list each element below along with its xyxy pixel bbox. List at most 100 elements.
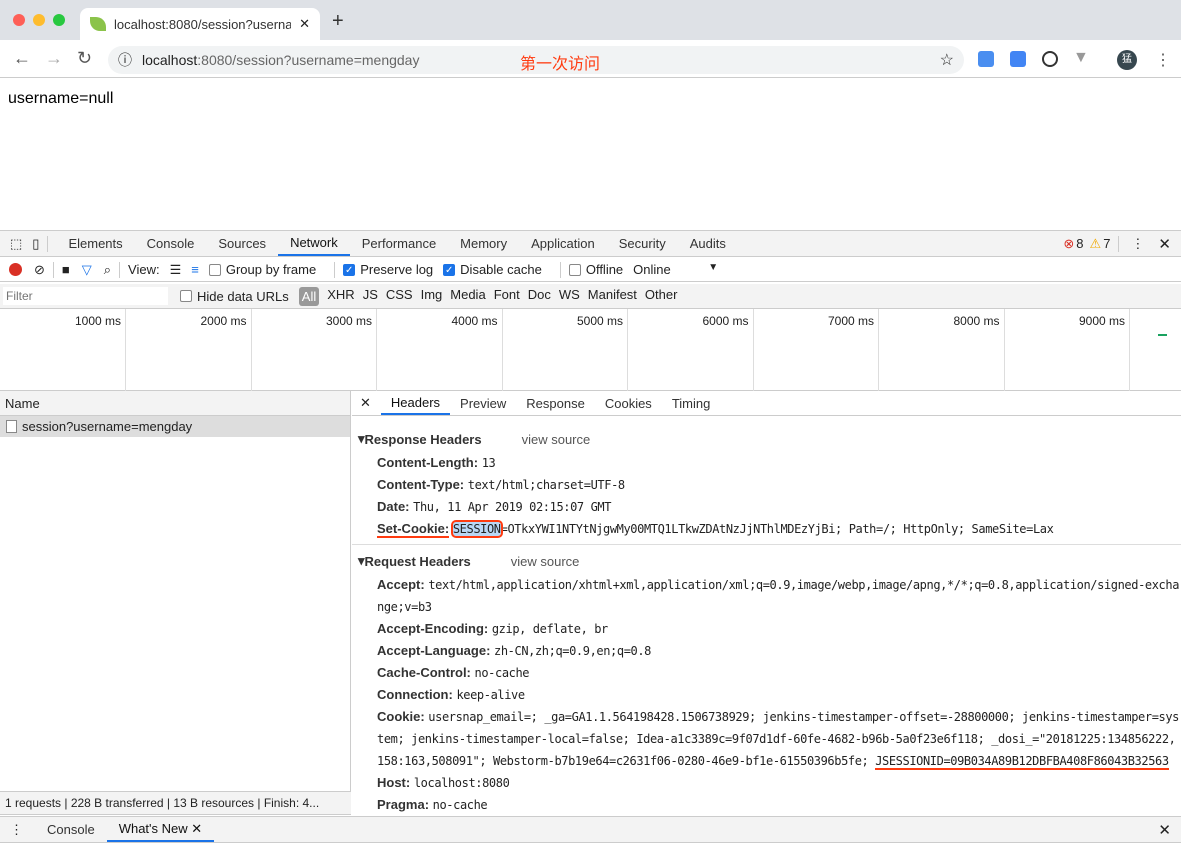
filter-type-media[interactable]: Media xyxy=(450,287,485,306)
network-overview-timeline[interactable]: 1000 ms 2000 ms 3000 ms 4000 ms 5000 ms 6000 … xyxy=(0,309,1181,391)
network-status-bar: 1 requests | 228 B transferred | 13 B re… xyxy=(0,791,351,815)
tab-performance[interactable]: Performance xyxy=(350,231,448,256)
request-row[interactable]: session?username=mengday xyxy=(0,416,350,437)
search-icon[interactable]: ⌕ xyxy=(104,262,111,278)
header-set-cookie: Set-Cookie: SESSION=OTkxYWI1NTYtNjgwMy00… xyxy=(377,520,1054,538)
tab-application[interactable]: Application xyxy=(519,231,607,256)
inspect-icon[interactable]: ⬚ xyxy=(10,236,22,252)
filter-input[interactable] xyxy=(3,287,168,305)
error-icon: ⊗ xyxy=(1063,235,1075,251)
header-row: Host: localhost:8080 xyxy=(352,772,1181,794)
tab-memory[interactable]: Memory xyxy=(448,231,519,256)
browser-tab[interactable]: localhost:8080/session?username=mengday … xyxy=(80,8,320,40)
view-source-link[interactable]: view source xyxy=(511,554,580,569)
response-headers-section[interactable]: ▾ Response Headers view source xyxy=(352,428,1181,450)
disable-cache-checkbox[interactable]: ✓ Disable cache xyxy=(443,262,542,277)
detail-tab-cookies[interactable]: Cookies xyxy=(595,391,662,415)
tab-network[interactable]: Network xyxy=(278,231,350,256)
detail-tab-response[interactable]: Response xyxy=(516,391,595,415)
close-window-button[interactable] xyxy=(13,14,25,26)
zoom-window-button[interactable] xyxy=(53,14,65,26)
drawer-menu-icon[interactable]: ⋮ xyxy=(10,822,23,838)
tab-console[interactable]: Console xyxy=(135,231,207,256)
name-column-header[interactable]: Name xyxy=(0,391,350,416)
hide-data-urls-checkbox[interactable]: Hide data URLs xyxy=(180,289,289,304)
filter-type-font[interactable]: Font xyxy=(494,287,520,306)
screenshot-camera-icon[interactable]: ■ xyxy=(62,262,70,277)
filter-type-xhr[interactable]: XHR xyxy=(327,287,354,306)
group-by-frame-checkbox[interactable]: Group by frame xyxy=(208,262,316,277)
drawer-tab-whats-new[interactable]: What's New ✕ xyxy=(106,817,215,842)
request-headers-section[interactable]: ▾ Request Headers view source xyxy=(352,550,1181,572)
filter-type-manifest[interactable]: Manifest xyxy=(588,287,637,306)
header-row: Accept-Language: zh-CN,zh;q=0.9,en;q=0.8 xyxy=(352,640,1181,662)
avatar[interactable]: 猛 xyxy=(1117,50,1137,70)
throttle-select[interactable]: Online ▼ xyxy=(633,262,718,277)
detail-tab-timing[interactable]: Timing xyxy=(662,391,721,415)
reload-icon[interactable]: ↻ xyxy=(77,48,92,69)
header-name: Accept: xyxy=(377,577,425,592)
header-row: Cache-Control: no-cache xyxy=(352,662,1181,684)
adblock-extension-icon[interactable] xyxy=(978,51,994,67)
bookmark-star-icon[interactable]: ☆ xyxy=(940,50,954,70)
tab-sources[interactable]: Sources xyxy=(206,231,278,256)
devtools-menu-icon[interactable]: ⋮ xyxy=(1131,236,1144,252)
timeline-request-bar xyxy=(1158,334,1167,336)
back-icon[interactable]: ← xyxy=(13,48,31,69)
translate-extension-icon[interactable] xyxy=(1010,51,1026,67)
drawer-tab-console[interactable]: Console xyxy=(35,817,107,842)
filter-type-all[interactable]: All xyxy=(298,286,320,306)
filter-type-ws[interactable]: WS xyxy=(559,287,580,306)
filter-icon[interactable]: ▽ xyxy=(82,262,92,278)
vue-devtools-icon[interactable]: ▼ xyxy=(1073,49,1089,67)
warning-count[interactable]: 7 xyxy=(1103,236,1110,251)
tab-security[interactable]: Security xyxy=(607,231,678,256)
view-source-link[interactable]: view source xyxy=(522,432,591,447)
header-value: text/html,application/xhtml+xml,applicat… xyxy=(377,578,1180,614)
header-value: 13 xyxy=(481,456,496,470)
timeline-tick: 6000 ms xyxy=(628,309,754,391)
header-name: Content-Type: xyxy=(377,477,465,492)
waterfall-icon[interactable]: ≡ xyxy=(191,262,199,277)
large-rows-icon[interactable]: ☰ xyxy=(170,262,182,278)
drawer-tabs: ⋮ Console What's New ✕ ✕ xyxy=(0,816,1181,843)
sync-extension-icon[interactable] xyxy=(1042,51,1058,67)
detail-tab-headers[interactable]: Headers xyxy=(380,391,451,415)
new-tab-button[interactable]: + xyxy=(332,10,344,33)
preserve-log-checkbox[interactable]: ✓ Preserve log xyxy=(343,262,433,277)
device-toggle-icon[interactable]: ▯ xyxy=(32,236,39,252)
minimize-window-button[interactable] xyxy=(33,14,45,26)
network-toolbar: ⊘ ■ ▽ ⌕ View: ☰ ≡ Group by frame ✓ Preser… xyxy=(0,258,1181,282)
header-name: Pragma: xyxy=(377,797,430,812)
filter-type-css[interactable]: CSS xyxy=(386,287,413,306)
close-drawer-icon[interactable]: ✕ xyxy=(1158,821,1171,839)
filter-type-img[interactable]: Img xyxy=(421,287,443,306)
header-value: no-cache xyxy=(432,798,488,812)
filter-type-other[interactable]: Other xyxy=(645,287,678,306)
menu-icon[interactable]: ⋮ xyxy=(1155,50,1171,70)
offline-checkbox[interactable]: Offline xyxy=(568,262,623,277)
close-tab-icon[interactable]: ✕ xyxy=(299,16,310,32)
detail-tab-preview[interactable]: Preview xyxy=(450,391,516,415)
forward-icon[interactable]: → xyxy=(45,48,63,69)
timeline-tick: 3000 ms xyxy=(251,309,377,391)
record-button[interactable] xyxy=(9,263,22,276)
tab-elements[interactable]: Elements xyxy=(56,231,134,256)
url-path: :8080/session?username=mengday xyxy=(197,52,420,68)
filter-type-js[interactable]: JS xyxy=(363,287,378,306)
devtools-tabs: ⬚ ▯ Elements Console Sources Network Perform… xyxy=(0,231,1181,257)
timeline-tick: 9000 ms xyxy=(1004,309,1130,391)
filter-type-doc[interactable]: Doc xyxy=(528,287,551,306)
error-count[interactable]: 8 xyxy=(1076,236,1083,251)
close-details-icon[interactable]: ✕ xyxy=(360,395,371,411)
clear-icon[interactable]: ⊘ xyxy=(34,262,45,278)
close-devtools-icon[interactable]: ✕ xyxy=(1158,235,1171,253)
header-value: text/html;charset=UTF-8 xyxy=(467,478,625,492)
header-row: Accept-Encoding: gzip, deflate, br xyxy=(352,618,1181,640)
session-cookie-name: SESSION xyxy=(450,520,503,538)
filter-bar: Hide data URLs All XHR JS CSS Img Media Font Do… xyxy=(0,284,1181,309)
tab-audits[interactable]: Audits xyxy=(678,231,738,256)
header-name: Connection: xyxy=(377,687,453,702)
timeline-tick: 5000 ms xyxy=(502,309,628,391)
header-row: Accept: text/html,application/xhtml+xml,… xyxy=(352,574,1181,618)
